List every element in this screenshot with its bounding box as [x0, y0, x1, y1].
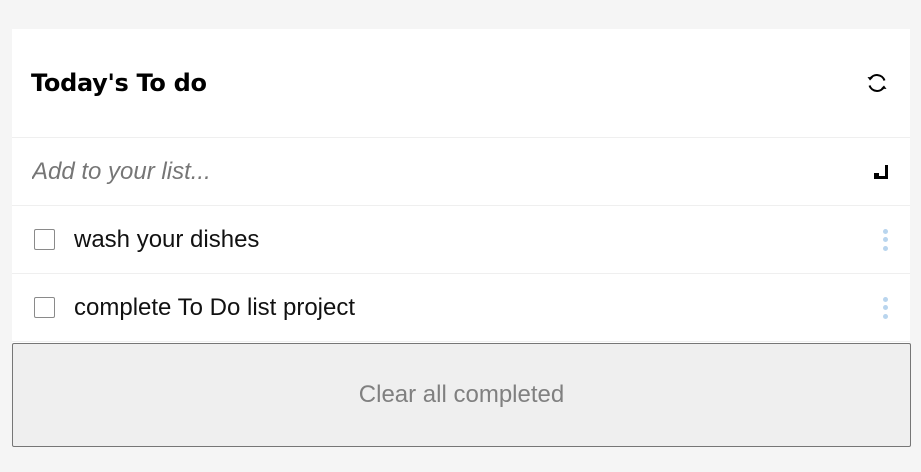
- todo-item: complete To Do list project: [12, 274, 910, 342]
- todo-item-text: wash your dishes: [74, 225, 260, 253]
- add-item-input[interactable]: [32, 157, 792, 186]
- todo-checkbox[interactable]: [34, 297, 55, 318]
- card-header: Today's To do: [12, 29, 910, 138]
- enter-return-icon[interactable]: [872, 163, 890, 181]
- todo-item: wash your dishes: [12, 206, 910, 274]
- todo-item-text: complete To Do list project: [74, 293, 356, 321]
- todo-card: Today's To do wash your dishes complete …: [12, 29, 911, 447]
- add-item-row: [12, 138, 910, 206]
- page-title: Today's To do: [31, 69, 207, 97]
- todo-checkbox[interactable]: [34, 229, 55, 250]
- more-options-icon[interactable]: [880, 296, 890, 319]
- more-options-icon[interactable]: [880, 228, 890, 251]
- refresh-icon[interactable]: [864, 70, 890, 96]
- clear-completed-button[interactable]: Clear all completed: [12, 343, 911, 447]
